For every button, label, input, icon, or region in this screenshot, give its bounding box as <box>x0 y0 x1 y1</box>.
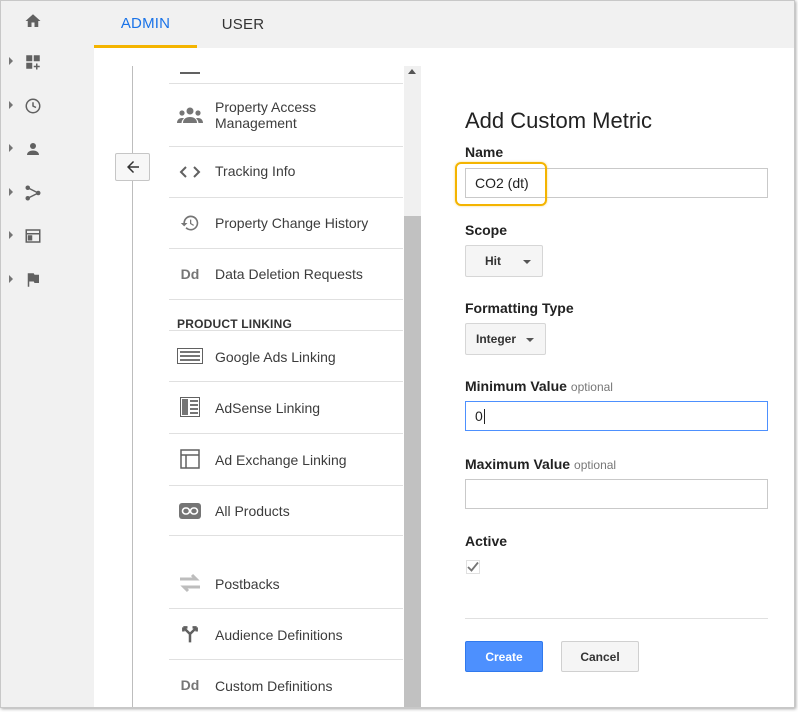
text-cursor <box>483 409 485 424</box>
nav-item-property-change-history[interactable]: Property Change History <box>169 198 403 249</box>
nav-label: All Products <box>215 503 290 519</box>
nav-item-data-deletion-requests[interactable]: Dd Data Deletion Requests <box>169 249 403 300</box>
adsense-icon <box>177 396 203 418</box>
formatting-type-dropdown[interactable]: Integer <box>465 323 546 355</box>
expand-caret-icon <box>9 101 13 109</box>
maximum-value-input[interactable] <box>465 479 768 509</box>
google-ads-icon <box>177 345 203 367</box>
person-icon <box>27 143 39 155</box>
tab-user[interactable]: USER <box>203 1 283 48</box>
history-icon <box>177 212 203 234</box>
ad-exchange-icon <box>177 448 203 470</box>
create-button[interactable]: Create <box>465 641 543 672</box>
tab-admin[interactable]: ADMIN <box>94 1 197 48</box>
expand-caret-icon <box>9 188 13 196</box>
rail-acquisition[interactable] <box>1 173 63 213</box>
left-rail <box>1 1 63 707</box>
back-button[interactable] <box>115 153 150 181</box>
nav-label: Custom Definitions <box>215 678 333 694</box>
nav-label: Ad Exchange Linking <box>215 452 347 468</box>
nav-item-adsense-linking[interactable]: AdSense Linking <box>169 382 403 434</box>
maximum-value-label-text: Maximum Value <box>465 456 571 472</box>
maximum-value-label: Maximum Value optional <box>465 456 616 472</box>
form-title: Add Custom Metric <box>465 108 653 133</box>
behavior-icon <box>25 229 41 243</box>
expand-caret-icon <box>9 231 13 239</box>
nav-item-tracking-info[interactable]: Tracking Info <box>169 147 403 198</box>
scrollbar[interactable] <box>404 66 421 707</box>
minimum-value-input[interactable]: 0 <box>465 401 768 431</box>
top-tab-bar: ADMIN USER <box>63 1 794 48</box>
audience-icon <box>177 623 203 645</box>
cancel-button[interactable]: Cancel <box>561 641 639 672</box>
highlight-box <box>455 162 547 206</box>
rail-conversions[interactable] <box>1 260 63 300</box>
nav-label: Google Ads Linking <box>215 349 336 365</box>
nav-label: Data Deletion Requests <box>215 266 363 282</box>
dash-icon <box>177 62 203 84</box>
arrow-left-icon <box>126 161 139 173</box>
minimum-value-input-value: 0 <box>475 408 483 424</box>
clock-icon <box>25 98 41 114</box>
rail-audience[interactable] <box>1 129 63 169</box>
chevron-down-icon <box>523 260 531 264</box>
expand-caret-icon <box>9 144 13 152</box>
nav-item-ad-exchange-linking[interactable]: Ad Exchange Linking <box>169 434 403 486</box>
nav-label: Property Access Management <box>215 99 316 131</box>
active-checkbox[interactable] <box>466 560 480 574</box>
section-heading-product-linking: PRODUCT LINKING <box>177 317 292 331</box>
scope-dropdown[interactable]: Hit <box>465 245 543 277</box>
link-icon <box>177 500 203 522</box>
rail-behavior[interactable] <box>1 216 63 256</box>
custom-metric-form: Add Custom Metric Name CO2 (dt) Scope Hi… <box>421 48 794 707</box>
optional-hint: optional <box>570 380 613 394</box>
rail-home[interactable] <box>1 1 63 41</box>
scroll-thumb[interactable] <box>404 216 421 707</box>
expand-caret-icon <box>9 57 13 65</box>
nav-item-audience-definitions[interactable]: Audience Definitions <box>169 609 403 660</box>
nav-item-postbacks[interactable]: Postbacks <box>169 558 403 609</box>
rail-realtime[interactable] <box>1 86 63 126</box>
form-divider <box>465 618 768 619</box>
acquisition-icon <box>25 185 41 201</box>
scope-label: Scope <box>465 222 508 238</box>
dd-icon: Dd <box>180 266 200 282</box>
dashboard-icon <box>26 55 40 70</box>
nav-label: Postbacks <box>215 576 280 592</box>
gutter <box>63 48 94 707</box>
scroll-up-arrow-icon[interactable] <box>408 69 416 74</box>
rail-customization[interactable] <box>1 42 63 82</box>
nav-item-google-ads-linking[interactable]: Google Ads Linking <box>169 330 403 382</box>
nav-item-custom-definitions[interactable]: Dd Custom Definitions <box>169 660 403 707</box>
optional-hint: optional <box>574 458 617 472</box>
nav-label: AdSense Linking <box>215 400 321 416</box>
name-label: Name <box>465 144 504 160</box>
expand-caret-icon <box>9 275 13 283</box>
code-icon <box>177 161 203 183</box>
property-nav-column: Property Access Management Tracking Info… <box>94 48 421 707</box>
chevron-down-icon <box>526 338 534 342</box>
nav-label: Tracking Info <box>215 163 296 179</box>
nav-label: Property Change History <box>215 215 369 231</box>
formatting-type-value: Integer <box>476 332 517 346</box>
postbacks-icon <box>177 572 203 594</box>
nav-label-line2: Management <box>215 115 297 131</box>
minimum-value-label: Minimum Value optional <box>465 378 613 394</box>
nav-item-cutoff[interactable] <box>169 48 403 84</box>
people-icon <box>177 104 203 126</box>
flag-icon <box>27 273 39 287</box>
minimum-value-label-text: Minimum Value <box>465 378 567 394</box>
nav-item-property-access-management[interactable]: Property Access Management <box>169 84 403 147</box>
app-window: ADMIN USER Property Access Management Tr… <box>0 0 795 708</box>
active-label: Active <box>465 533 508 549</box>
nav-label-line1: Property Access <box>215 99 317 115</box>
scope-value: Hit <box>485 254 501 268</box>
nav-item-all-products[interactable]: All Products <box>169 486 403 536</box>
nav-label: Audience Definitions <box>215 627 343 643</box>
formatting-type-label: Formatting Type <box>465 300 574 316</box>
dd-icon: Dd <box>180 677 200 693</box>
home-icon <box>25 14 41 27</box>
